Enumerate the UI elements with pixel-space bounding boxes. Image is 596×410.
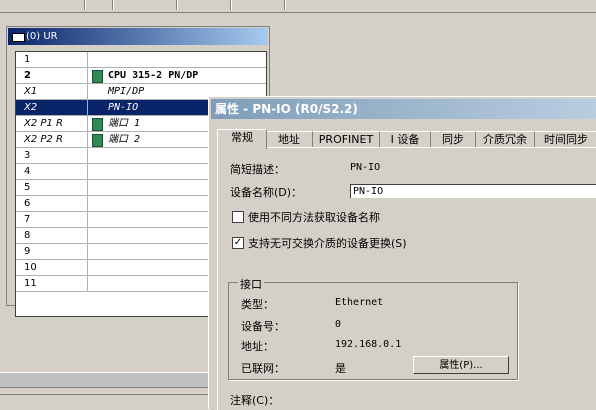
rack-row[interactable]: 2 CPU 315-2 PN/DP <box>16 68 266 84</box>
alt-method-checkbox[interactable] <box>232 211 244 223</box>
rack-slot: 5 <box>24 182 31 193</box>
module-icon <box>92 118 103 131</box>
rack-row[interactable]: 1 <box>16 52 266 68</box>
rack-slot: 3 <box>24 150 31 161</box>
tab-general[interactable]: 常规 <box>217 129 267 149</box>
device-name-field[interactable]: PN-IO <box>350 184 596 198</box>
device-replace-checkbox[interactable]: ✓ <box>232 237 244 249</box>
tab-time-sync[interactable]: 时间同步 <box>535 131 596 148</box>
toolbar-separator <box>84 0 86 10</box>
device-no-label: 设备号： <box>241 320 285 333</box>
rack-slot: 10 <box>24 262 37 273</box>
rack-icon <box>12 33 25 42</box>
rack-module: CPU 315-2 PN/DP <box>87 68 267 83</box>
rack-module-name: CPU 315-2 PN/DP <box>108 70 199 81</box>
dialog-title-bar[interactable]: 属性 - PN-IO (R0/S2.2) <box>211 99 596 119</box>
network-icon[interactable] <box>292 0 306 9</box>
rack-slot: 7 <box>24 214 31 225</box>
rack-slot: X1 <box>24 86 38 97</box>
window-icon[interactable] <box>258 0 272 9</box>
toolbar-separator <box>230 0 232 10</box>
type-label: 类型： <box>241 298 274 311</box>
rack-slot: 6 <box>24 198 31 209</box>
alt-method-label: 使用不同方法获取设备名称 <box>248 211 380 224</box>
dialog-title: 属性 - PN-IO (R0/S2.2) <box>215 102 358 116</box>
rack-slot: 4 <box>24 166 31 177</box>
device-name-label: 设备名称(D)： <box>230 186 303 199</box>
print-icon[interactable] <box>94 0 108 9</box>
cut-icon[interactable] <box>124 0 138 9</box>
rack-slot: X2 <box>24 102 38 113</box>
rack-slot: 11 <box>24 278 37 289</box>
tab-i-device[interactable]: I 设备 <box>380 131 431 148</box>
short-desc-value: PN-IO <box>350 162 381 173</box>
upload-icon[interactable] <box>206 0 220 9</box>
networked-value: 是 <box>335 362 346 375</box>
download-icon[interactable] <box>186 0 200 9</box>
copy-icon[interactable] <box>150 0 164 9</box>
rack-module-name: MPI/DP <box>108 86 145 97</box>
rack-module-name: PN-IO <box>108 102 139 113</box>
toolbar-separator <box>112 0 114 10</box>
short-desc-label: 简短描述： <box>230 163 285 176</box>
device-no-value: 0 <box>335 319 342 330</box>
rack-slot: X2 P2 R <box>24 134 63 145</box>
toolbar <box>0 0 596 13</box>
tab-media-redundancy[interactable]: 介质冗余 <box>476 131 535 148</box>
interface-group-title: 接口 <box>238 276 264 292</box>
module-icon <box>92 134 103 147</box>
toolbar-separator <box>284 0 286 10</box>
rack-title-bar[interactable]: (0) UR <box>8 28 268 45</box>
rack-slot: 2 <box>24 70 31 81</box>
rack-module <box>87 52 267 67</box>
device-replace-label: 支持无可交换介质的设备更换(S) <box>248 237 407 250</box>
toolbar-separator <box>176 0 178 10</box>
type-value: Ethernet <box>335 297 384 308</box>
help-icon[interactable] <box>316 0 330 9</box>
rack-slot: X2 P1 R <box>24 118 63 129</box>
tab-address[interactable]: 地址 <box>266 131 313 148</box>
rack-slot: 9 <box>24 246 31 257</box>
address-value: 192.168.0.1 <box>335 339 402 350</box>
address-label: 地址： <box>241 340 274 353</box>
status-strip <box>0 394 210 409</box>
horizontal-scrollbar[interactable] <box>0 372 210 388</box>
module-icon <box>92 70 103 83</box>
tab-strip: 常规 地址 PROFINET I 设备 同步 介质冗余 时间同步 <box>217 129 596 149</box>
rack-title: (0) UR <box>26 31 58 42</box>
tool-button-icon[interactable] <box>62 0 76 9</box>
catalog-icon[interactable] <box>238 0 252 9</box>
properties-button[interactable]: 属性(P)... <box>413 356 509 374</box>
networked-label: 已联网： <box>241 362 285 375</box>
rack-slot: 1 <box>24 54 31 65</box>
rack-module-name: 端口 1 <box>108 118 141 129</box>
comment-label: 注释(C)： <box>230 394 280 407</box>
rack-module-name: 端口 2 <box>108 134 141 145</box>
tab-sync[interactable]: 同步 <box>431 131 476 148</box>
tab-profinet[interactable]: PROFINET <box>313 131 380 148</box>
rack-slot: 8 <box>24 230 31 241</box>
